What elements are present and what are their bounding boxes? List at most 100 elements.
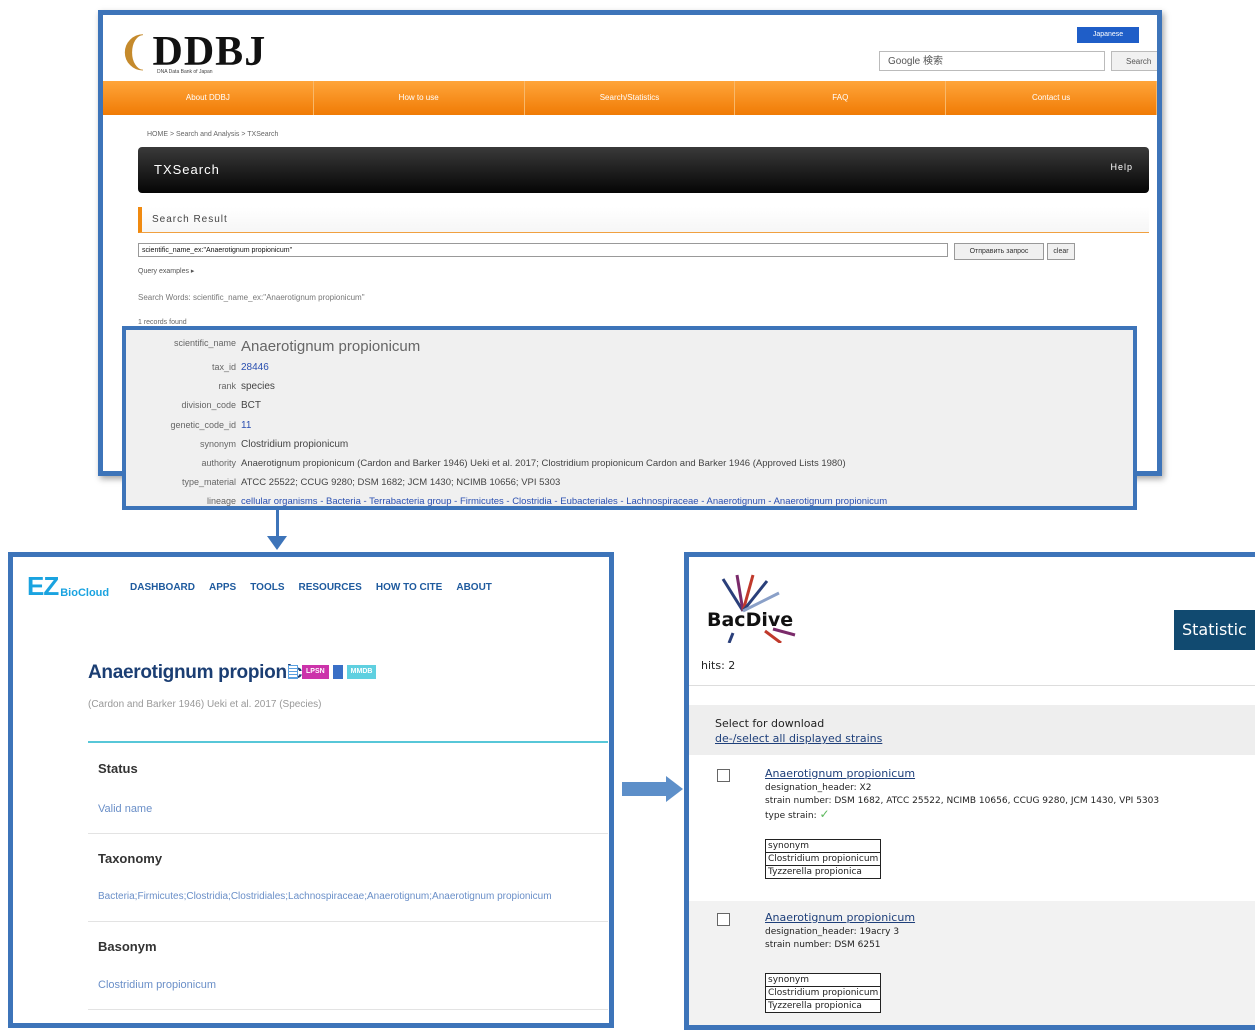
- google-search-input[interactable]: Google 検索: [879, 51, 1105, 71]
- nav-search-statistics[interactable]: Search/Statistics: [525, 81, 736, 115]
- record-key: lineage: [206, 496, 236, 506]
- hits-count: hits: 2: [701, 659, 736, 672]
- bacdive-panel: BacDive Statistic hits: 2 Select for dow…: [684, 552, 1255, 1030]
- record-row-scientific-name: scientific_name Anaerotignum propionicum: [126, 338, 420, 355]
- mmdb-badge[interactable]: MMDB: [346, 665, 377, 679]
- submit-query-button[interactable]: Отправить запрос: [954, 243, 1044, 260]
- check-icon: ✓: [819, 807, 830, 821]
- biocloud-logo-text: BioCloud: [60, 587, 110, 599]
- nav-faq[interactable]: FAQ: [735, 81, 947, 115]
- divider: [88, 921, 608, 922]
- nav-about[interactable]: ABOUT: [456, 582, 492, 593]
- query-examples-link[interactable]: Query examples ▸: [138, 267, 194, 275]
- ez-nav: DASHBOARD APPS TOOLS RESOURCES HOW TO CI…: [130, 582, 492, 593]
- arrow-down-icon: [267, 536, 287, 550]
- divider: [88, 1009, 608, 1010]
- document-icon[interactable]: [288, 665, 298, 679]
- arrow-right-icon: [666, 776, 683, 802]
- record-scientific-name: Anaerotignum propionicum: [241, 338, 421, 355]
- strain-entry: Anaerotignum propionicum designation_hea…: [689, 757, 1255, 883]
- basonym-value[interactable]: Clostridium propionicum: [98, 979, 216, 991]
- record-row-lineage: lineage cellular organisms - Bacteria - …: [126, 496, 887, 507]
- record-row-authority: authority Anaerotignum propionicum (Card…: [126, 458, 846, 469]
- ezbiocloud-logo[interactable]: EZ BioCloud: [27, 571, 109, 602]
- record-synonym: Clostridium propionicum: [241, 439, 349, 450]
- record-row-division-code: division_code BCT: [126, 400, 261, 411]
- species-authority: (Cardon and Barker 1946) Ueki et al. 201…: [88, 699, 322, 710]
- record-tax-id-link[interactable]: 28446: [241, 362, 269, 373]
- records-found: 1 records found: [138, 319, 187, 326]
- record-row-tax-id: tax_id 28446: [126, 362, 269, 373]
- nav-apps[interactable]: APPS: [209, 582, 236, 593]
- ezbiocloud-panel: EZ BioCloud DASHBOARD APPS TOOLS RESOURC…: [8, 552, 614, 1028]
- ddbj-logo[interactable]: ❨ DDBJ DNA Data Bank of Japan: [117, 27, 266, 77]
- ddbj-nav: About DDBJ How to use Search/Statistics …: [103, 81, 1157, 115]
- bacdive-logo-text: BacDive: [707, 609, 794, 631]
- record-key: scientific_name: [173, 338, 236, 348]
- clear-button[interactable]: clear: [1047, 243, 1075, 260]
- strain-entry: Anaerotignum propionicum designation_hea…: [689, 901, 1255, 1025]
- strain-checkbox[interactable]: [717, 913, 730, 926]
- taxonomy-value[interactable]: Bacteria;Firmicutes;Clostridia;Clostridi…: [98, 891, 552, 902]
- bacdive-logo[interactable]: BacDive: [703, 571, 803, 645]
- status-value[interactable]: Valid name: [98, 803, 152, 815]
- ez-logo-text: EZ: [27, 571, 59, 601]
- record-row-rank: rank species: [126, 381, 274, 392]
- record-genetic-code-link[interactable]: 11: [241, 420, 251, 431]
- language-button[interactable]: Japanese: [1077, 27, 1139, 43]
- divider: [88, 741, 608, 743]
- strain-name-link[interactable]: Anaerotignum propionicum: [765, 911, 915, 924]
- type-strain-row: type strain: ✓: [765, 808, 830, 823]
- synonym-cell: Tyzzerella propionica: [764, 865, 882, 879]
- strain-number: strain number: DSM 6251: [765, 940, 881, 950]
- strain-checkbox[interactable]: [717, 769, 730, 782]
- record-key: type_material: [181, 477, 236, 487]
- nav-resources[interactable]: RESOURCES: [299, 582, 362, 593]
- ddbj-logo-subtitle: DNA Data Bank of Japan: [157, 69, 213, 75]
- nav-dashboard[interactable]: DASHBOARD: [130, 582, 195, 593]
- record-key: authority: [201, 458, 236, 468]
- bacdive-rays-icon: [721, 574, 796, 645]
- search-words: Search Words: scientific_name_ex:"Anaero…: [138, 293, 365, 302]
- record-authority: Anaerotignum propionicum (Cardon and Bar…: [241, 458, 846, 469]
- divider: [689, 685, 1255, 686]
- nav-how-to-cite[interactable]: HOW TO CITE: [376, 582, 442, 593]
- species-badges: LPSN MMDB: [288, 665, 377, 679]
- record-row-genetic-code: genetic_code_id 11: [126, 420, 251, 431]
- nav-about[interactable]: About DDBJ: [103, 81, 314, 115]
- statistics-tab[interactable]: Statistic: [1174, 610, 1255, 650]
- record-lineage-links[interactable]: cellular organisms - Bacteria - Terrabac…: [241, 496, 887, 507]
- strain-name-link[interactable]: Anaerotignum propionicum: [765, 767, 915, 780]
- synonym-header: synonym: [764, 973, 882, 987]
- txsearch-header: TXSearch Help: [138, 147, 1149, 193]
- synonym-cell: Clostridium propionicum: [764, 986, 882, 1000]
- nav-how-to-use[interactable]: How to use: [314, 81, 525, 115]
- info-icon[interactable]: [332, 665, 343, 679]
- record-row-synonym: synonym Clostridium propionicum: [126, 439, 348, 450]
- synonym-cell: Clostridium propionicum: [764, 852, 882, 866]
- taxonomy-label: Taxonomy: [98, 851, 163, 866]
- search-result-title: Search Result: [152, 214, 228, 225]
- synonym-table: synonym Clostridium propionicum Tyzzerel…: [764, 973, 882, 1013]
- lpsn-badge[interactable]: LPSN: [302, 665, 329, 679]
- query-input[interactable]: scientific_name_ex:"Anaerotignum propion…: [138, 243, 948, 257]
- record-key: genetic_code_id: [170, 420, 236, 430]
- record-row-type-material: type_material ATCC 25522; CCUG 9280; DSM…: [126, 477, 560, 488]
- nav-contact[interactable]: Contact us: [946, 81, 1157, 115]
- status-label: Status: [98, 761, 138, 776]
- select-all-link[interactable]: de-/select all displayed strains: [715, 732, 882, 745]
- record-key: synonym: [199, 439, 236, 449]
- record-type-material: ATCC 25522; CCUG 9280; DSM 1682; JCM 143…: [241, 477, 561, 488]
- record-key: tax_id: [211, 362, 236, 372]
- select-download-label: Select for download: [715, 717, 825, 730]
- strain-designation: designation_header: 19acry 3: [765, 927, 900, 937]
- synonym-header: synonym: [764, 839, 882, 853]
- record-key: division_code: [181, 400, 236, 410]
- strain-designation: designation_header: X2: [765, 783, 872, 793]
- connector-line: [276, 510, 279, 538]
- breadcrumb[interactable]: HOME > Search and Analysis > TXSearch: [147, 131, 278, 138]
- help-link[interactable]: Help: [1110, 162, 1133, 172]
- nav-tools[interactable]: TOOLS: [250, 582, 284, 593]
- connector-line: [622, 782, 668, 796]
- google-search-button[interactable]: Search: [1111, 51, 1157, 71]
